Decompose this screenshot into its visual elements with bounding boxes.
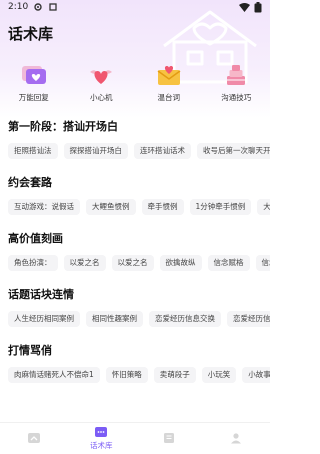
topic-chip[interactable]: 信念赋格	[207, 255, 250, 271]
tab-courses[interactable]	[135, 423, 203, 454]
section-title: 高价值刻画	[8, 232, 63, 245]
topic-chip[interactable]: 牵手惯例	[141, 199, 184, 215]
chip-row: 互动游戏：说假话 大鲤鱼惯例 牵手惯例 1分钟牵手惯例 大	[0, 199, 270, 215]
bottom-tab-bar: 话术库	[0, 422, 270, 454]
status-bar: 2:10	[0, 0, 270, 14]
page-title: 话术库	[8, 25, 54, 43]
winged-heart-icon	[90, 70, 113, 84]
topic-chip[interactable]: 拒照搭讪法	[8, 143, 58, 159]
section-dating-routines: 约会套路 互动游戏：说假话 大鲤鱼惯例 牵手惯例 1分钟牵手惯例 大	[0, 174, 270, 215]
topic-chip[interactable]: 以爱之名	[111, 255, 154, 271]
chip-row: 拒照搭讪法 探探搭讪开场白 连环搭讪话术 收号后第一次聊天开	[0, 143, 270, 159]
section-opening-lines: 第一阶段：搭讪开场白 拒照搭讪法 探探搭讪开场白 连环搭讪话术 收号后第一次聊天…	[0, 118, 270, 159]
home-icon	[27, 432, 40, 443]
battery-icon	[254, 1, 262, 12]
topic-chip[interactable]: 大鲤鱼惯例	[86, 199, 136, 215]
topic-chip[interactable]: 恋爱经历信息	[227, 311, 270, 327]
topic-chip[interactable]: 1分钟牵手惯例	[189, 199, 252, 215]
topic-chip[interactable]: 小玩笑	[201, 367, 237, 383]
topic-chip[interactable]: 人生经历相同案例	[8, 311, 80, 327]
topic-chip[interactable]: 互动游戏：说假话	[8, 199, 80, 215]
section-title: 话题话块连情	[8, 288, 74, 301]
topic-chip[interactable]: 角色扮演：	[8, 255, 58, 271]
cake-icon	[227, 65, 246, 85]
topic-chip[interactable]: 相同性趣案例	[86, 311, 143, 327]
topic-chip[interactable]: 怀旧策略	[105, 367, 148, 383]
topic-chip[interactable]: 收号后第一次聊天开	[197, 143, 270, 159]
topic-chip[interactable]: 以爱之名	[63, 255, 106, 271]
notification-icon	[49, 3, 57, 11]
section-high-value: 高价值刻画 角色扮演： 以爱之名 以爱之名 欲擒故纵 信念赋格 信念	[0, 230, 270, 271]
section-title: 打情骂俏	[8, 344, 52, 357]
quick-item-little-trick[interactable]: 小心机	[68, 62, 136, 106]
section-title: 第一阶段：搭讪开场白	[8, 120, 118, 133]
tab-script-library[interactable]: 话术库	[68, 423, 136, 454]
chat-bubble-heart-icon	[21, 66, 46, 84]
topic-chip[interactable]: 欲擒故纵	[159, 255, 202, 271]
tab-home[interactable]	[0, 423, 68, 454]
section-title: 约会套路	[8, 176, 52, 189]
book-icon	[163, 432, 174, 443]
quick-item-universal-reply[interactable]: 万能回复	[0, 62, 68, 106]
profile-icon	[231, 432, 242, 443]
quick-actions: 万能回复 小心机 温台词 沟通技巧	[0, 62, 270, 106]
section-topic-connection: 话题话块连情 人生经历相同案例 相同性趣案例 恋爱经历信息交换 恋爱经历信息	[0, 286, 270, 327]
topic-chip[interactable]: 大	[257, 199, 270, 215]
chat-icon	[95, 427, 108, 437]
topic-chip[interactable]: 连环搭讪话术	[134, 143, 191, 159]
quick-item-communication-tips[interactable]: 沟通技巧	[203, 62, 271, 106]
status-time: 2:10	[8, 2, 29, 12]
topic-chip[interactable]: 信念	[255, 255, 270, 271]
wifi-icon	[239, 2, 250, 12]
topic-chip[interactable]: 肉麻情话赌死人不偿命1	[8, 367, 100, 383]
chip-row: 人生经历相同案例 相同性趣案例 恋爱经历信息交换 恋爱经历信息	[0, 311, 270, 327]
quick-item-warm-lines[interactable]: 温台词	[135, 62, 203, 106]
section-flirting: 打情骂俏 肉麻情话赌死人不偿命1 怀旧策略 卖萌段子 小玩笑 小故事	[0, 342, 270, 383]
chip-row: 角色扮演： 以爱之名 以爱之名 欲擒故纵 信念赋格 信念	[0, 255, 270, 271]
topic-chip[interactable]: 小故事	[242, 367, 270, 383]
chip-row: 肉麻情话赌死人不偿命1 怀旧策略 卖萌段子 小玩笑 小故事	[0, 367, 270, 383]
topic-chip[interactable]: 探探搭讪开场白	[63, 143, 128, 159]
tab-profile[interactable]	[203, 423, 271, 454]
topic-chip[interactable]: 恋爱经历信息交换	[149, 311, 221, 327]
love-letter-icon	[157, 66, 181, 85]
topic-chip[interactable]: 卖萌段子	[153, 367, 196, 383]
gear-icon	[34, 3, 42, 11]
